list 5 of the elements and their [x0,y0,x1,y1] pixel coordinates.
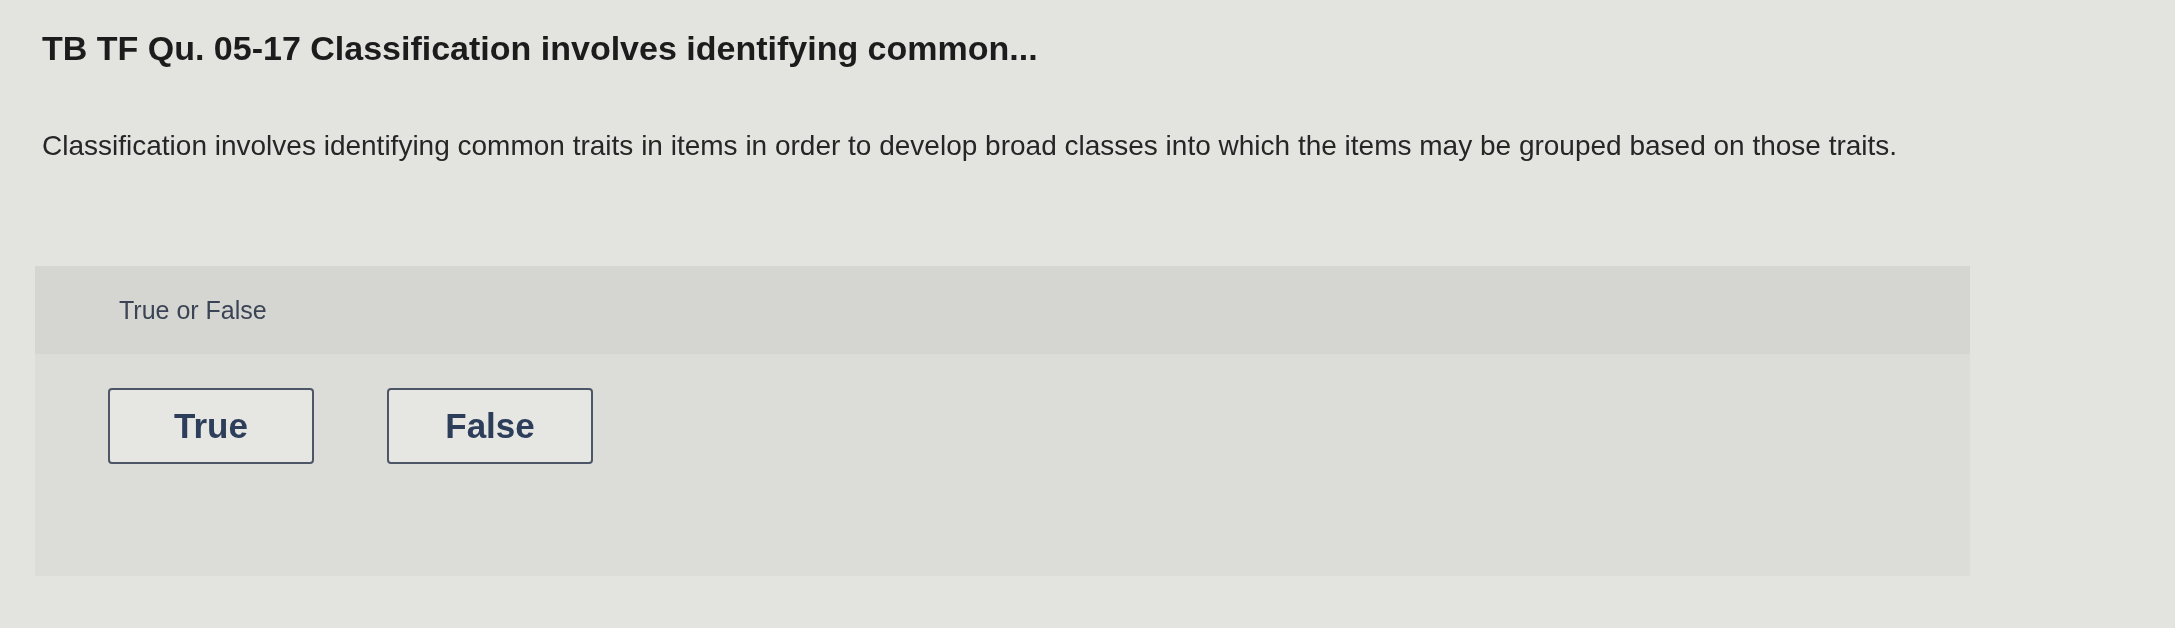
question-title: TB TF Qu. 05-17 Classification involves identifying common... [42,28,1038,68]
question-type-label: True or False [119,295,267,325]
answer-option-button[interactable]: False [387,388,593,464]
answer-option-button[interactable]: True [108,388,314,464]
question-text: Classification involves identifying common traits in items in order to develop broad classes into which the items may be grouped based on those traits. [42,129,1898,163]
